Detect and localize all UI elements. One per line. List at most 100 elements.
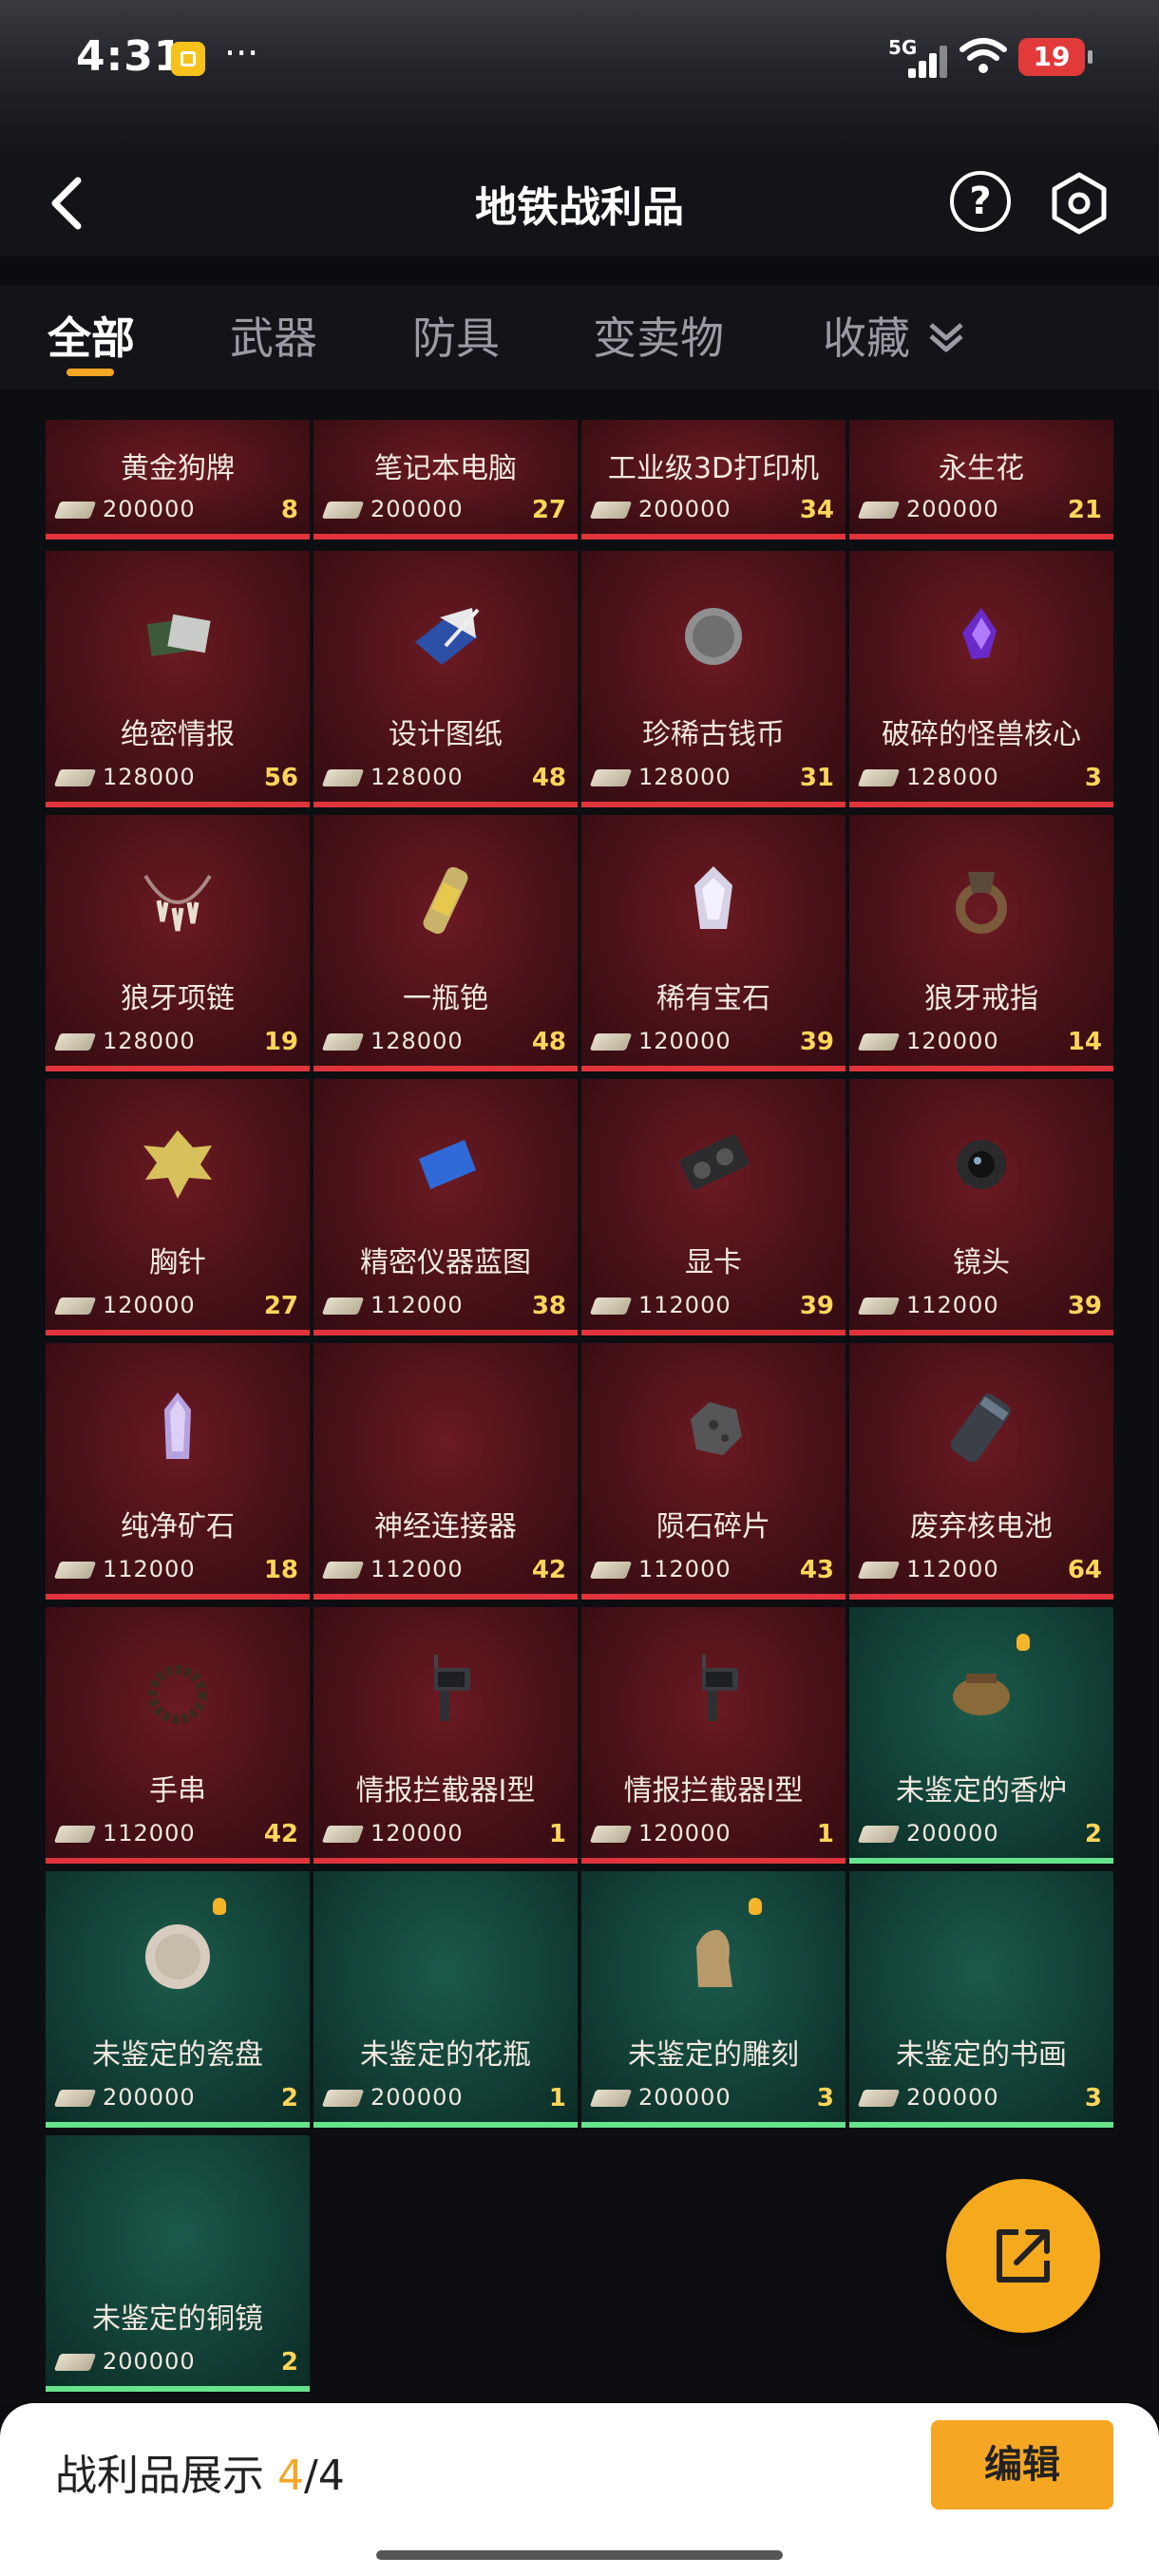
tab-all[interactable]: 全部 — [48, 304, 135, 367]
loot-card[interactable]: 未鉴定的瓷盘 200000 2 — [46, 1871, 310, 2128]
item-quantity: 3 — [816, 2084, 834, 2112]
item-price: 200000 — [906, 1820, 999, 1847]
appraise-badge-icon — [749, 1898, 762, 1915]
vial-icon — [423, 866, 468, 935]
item-name: 显卡 — [685, 1246, 742, 1279]
item-price: 112000 — [103, 1556, 196, 1582]
connector-icon — [398, 1381, 493, 1476]
cash-icon — [589, 1562, 633, 1579]
item-name: 未鉴定的花瓶 — [360, 2038, 531, 2072]
loot-card[interactable]: 未鉴定的铜镜 200000 2 — [46, 2135, 310, 2392]
loot-card[interactable]: 陨石碎片 112000 43 — [581, 1343, 846, 1600]
loot-card[interactable]: 显卡 112000 39 — [581, 1079, 846, 1335]
showcase-current: 4 — [277, 2452, 304, 2500]
item-name: 破碎的怪兽核心 — [882, 718, 1081, 751]
loot-card[interactable]: 镜头 112000 39 — [849, 1079, 1113, 1335]
loot-card[interactable]: 未鉴定的书画 200000 3 — [849, 1871, 1113, 2128]
loot-card[interactable]: 废弃核电池 112000 64 — [849, 1343, 1113, 1600]
loot-card[interactable]: 工业级3D打印机 200000 34 — [581, 420, 846, 540]
tab-weapons[interactable]: 武器 — [230, 304, 317, 367]
item-name: 工业级3D打印机 — [607, 452, 820, 485]
battery-level: 19 — [1018, 38, 1092, 76]
cash-icon — [53, 1826, 97, 1843]
item-name: 未鉴定的铜镜 — [92, 2302, 263, 2336]
item-name: 未鉴定的书画 — [896, 2038, 1067, 2072]
loot-card[interactable]: 笔记本电脑 200000 27 — [314, 420, 578, 540]
item-name: 手串 — [149, 1774, 206, 1808]
item-name: 一瓶铯 — [403, 982, 488, 1015]
cash-icon — [857, 1033, 901, 1051]
item-name: 胸针 — [149, 1246, 206, 1279]
loot-card[interactable]: 黄金狗牌 200000 8 — [46, 420, 310, 540]
porcelain-plate-icon — [145, 1924, 210, 1989]
chevron-down-icon[interactable] — [923, 313, 969, 359]
bronze-mirror-icon — [130, 2173, 225, 2268]
necklace-icon — [143, 874, 212, 932]
item-name: 精密仪器蓝图 — [360, 1246, 531, 1279]
loot-card[interactable]: 未鉴定的雕刻 200000 3 — [581, 1871, 846, 2128]
status-bar: 4:31 ··· 5G 19 — [0, 0, 1159, 123]
loot-card[interactable]: 狼牙项链 128000 19 — [46, 815, 310, 1071]
cash-icon — [589, 769, 633, 786]
cash-icon — [321, 1033, 365, 1051]
category-tabs: 全部 武器 防具 变卖物 收藏 — [0, 285, 1159, 389]
loot-card[interactable]: 珍稀古钱币 128000 31 — [581, 551, 846, 807]
loot-card[interactable]: 破碎的怪兽核心 128000 3 — [849, 551, 1113, 807]
help-icon[interactable]: ? — [950, 171, 1011, 232]
cash-icon — [589, 502, 633, 519]
item-quantity: 1 — [548, 2084, 566, 2112]
loot-card[interactable]: 狼牙戒指 120000 14 — [849, 815, 1113, 1071]
signal-icon — [902, 44, 947, 78]
cash-icon — [857, 1297, 901, 1315]
loot-card[interactable]: 稀有宝石 120000 39 — [581, 815, 846, 1071]
leaf-brooch-icon — [143, 1130, 212, 1199]
share-button[interactable] — [946, 2179, 1100, 2333]
item-price: 200000 — [103, 496, 196, 522]
item-quantity: 2 — [1084, 1820, 1102, 1848]
loot-card[interactable]: 精密仪器蓝图 112000 38 — [314, 1079, 578, 1335]
loot-card[interactable]: 情报拦截器I型 120000 1 — [314, 1607, 578, 1864]
item-name: 情报拦截器I型 — [355, 1774, 536, 1808]
settings-hexagon-icon[interactable] — [1047, 171, 1112, 236]
item-price: 120000 — [103, 1292, 196, 1318]
cash-icon — [321, 1826, 365, 1843]
item-quantity: 56 — [263, 764, 298, 792]
loot-card[interactable]: 设计图纸 128000 48 — [314, 551, 578, 807]
tab-sellables[interactable]: 变卖物 — [593, 304, 724, 367]
loot-card[interactable]: 绝密情报 128000 56 — [46, 551, 310, 807]
item-name: 绝密情报 — [121, 718, 235, 751]
cash-icon — [321, 1297, 365, 1315]
item-name: 未鉴定的雕刻 — [628, 2038, 799, 2072]
cash-icon — [857, 502, 901, 519]
item-price: 112000 — [370, 1292, 464, 1318]
loot-card[interactable]: 未鉴定的花瓶 200000 1 — [314, 1871, 578, 2128]
tab-favorites[interactable]: 收藏 — [823, 304, 910, 367]
loot-card[interactable]: 神经连接器 112000 42 — [314, 1343, 578, 1600]
item-price: 128000 — [906, 764, 999, 790]
loot-card[interactable]: 胸针 120000 27 — [46, 1079, 310, 1335]
battery-cell-icon — [950, 1393, 1011, 1463]
item-price: 112000 — [103, 1820, 196, 1847]
edit-button[interactable]: 编辑 — [931, 2420, 1113, 2510]
item-price: 120000 — [370, 1820, 464, 1847]
item-price: 200000 — [638, 2084, 732, 2111]
cash-icon — [589, 1033, 633, 1051]
tab-armor[interactable]: 防具 — [412, 304, 500, 367]
active-tab-indicator — [66, 369, 114, 376]
loot-card[interactable]: 情报拦截器I型 120000 1 — [581, 1607, 846, 1864]
item-name: 镜头 — [953, 1246, 1010, 1279]
item-name: 未鉴定的香炉 — [896, 1774, 1067, 1808]
loot-card[interactable]: 手串 112000 42 — [46, 1607, 310, 1864]
loot-card[interactable]: 一瓶铯 128000 48 — [314, 815, 578, 1071]
cash-icon — [321, 1562, 365, 1579]
cash-icon — [857, 769, 901, 786]
loot-card[interactable]: 未鉴定的香炉 200000 2 — [849, 1607, 1113, 1864]
loot-card[interactable]: 纯净矿石 112000 18 — [46, 1343, 310, 1600]
item-quantity: 27 — [531, 496, 566, 524]
item-quantity: 48 — [531, 1028, 566, 1056]
cash-icon — [53, 2354, 97, 2371]
loot-card[interactable]: 永生花 200000 21 — [849, 420, 1113, 540]
item-name: 狼牙项链 — [121, 982, 235, 1015]
item-quantity: 39 — [799, 1028, 834, 1056]
home-indicator — [376, 2550, 783, 2560]
